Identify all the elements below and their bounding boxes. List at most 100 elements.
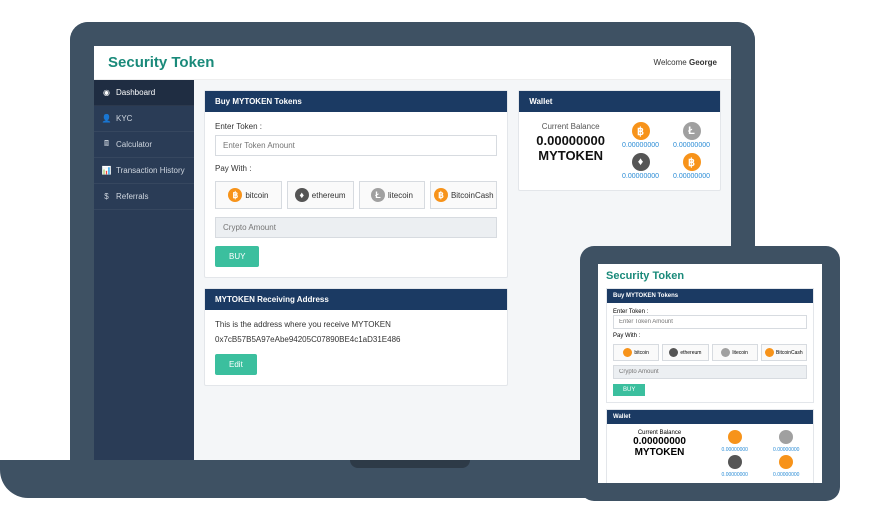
pay-with-label: Pay With : <box>215 164 497 173</box>
ethereum-icon: ♦ <box>295 188 309 202</box>
pay-method-label: ethereum <box>312 191 346 200</box>
tablet-coin-bch: 0.00000000 <box>766 455 808 478</box>
bitcoincash-icon <box>765 348 774 357</box>
pay-bitcoincash-button[interactable]: ฿ BitcoinCash <box>430 181 497 209</box>
bitcoincash-icon: ฿ <box>683 153 701 171</box>
balance-label: Current Balance <box>529 122 612 131</box>
buy-tokens-header: Buy MYTOKEN Tokens <box>205 91 507 112</box>
dollar-icon: $ <box>102 192 111 201</box>
litecoin-icon <box>721 348 730 357</box>
sidebar-item-kyc[interactable]: 👤 KYC <box>94 106 194 132</box>
receiving-address-header: MYTOKEN Receiving Address <box>205 289 507 310</box>
dashboard-icon: ◉ <box>102 88 111 97</box>
pay-bitcoin-button[interactable]: ฿ bitcoin <box>215 181 282 209</box>
tablet-pay-bitcoin[interactable]: bitcoin <box>613 344 659 361</box>
tablet-brand: Security Token <box>606 270 814 282</box>
balance-amount: 0.00000000 MYTOKEN <box>529 133 612 163</box>
tablet-coin-eth: 0.00000000 <box>714 455 756 478</box>
ethereum-icon <box>728 455 742 469</box>
pay-method-label: litecoin <box>388 191 413 200</box>
wallet-coin-ltc: Ł 0.00000000 <box>673 122 710 149</box>
payment-methods: ฿ bitcoin ♦ ethereum Ł litecoin <box>215 181 497 209</box>
sidebar-item-dashboard[interactable]: ◉ Dashboard <box>94 80 194 106</box>
receiving-address-desc: This is the address where you receive MY… <box>215 320 497 329</box>
bitcoincash-icon <box>779 455 793 469</box>
tablet-pay-ethereum[interactable]: ethereum <box>662 344 708 361</box>
wallet-card: Wallet Current Balance 0.00000000 MYTOKE… <box>518 90 721 191</box>
tablet-pay-bitcoincash[interactable]: BitcoinCash <box>761 344 807 361</box>
user-icon: 👤 <box>102 114 111 123</box>
tablet-paywith-label: Pay With : <box>613 333 807 339</box>
tablet-coins-grid: 0.00000000 0.00000000 0.00000000 0.00000… <box>714 430 807 478</box>
enter-token-input[interactable] <box>215 135 497 156</box>
bitcoin-icon <box>623 348 632 357</box>
tablet-coin-ltc: 0.00000000 <box>766 430 808 453</box>
sidebar-item-label: Dashboard <box>116 88 155 97</box>
wallet-coin-value: 0.00000000 <box>673 173 710 180</box>
pay-method-label: bitcoin <box>245 191 268 200</box>
tablet-enter-input[interactable] <box>613 315 807 329</box>
wallet-coin-value: 0.00000000 <box>622 142 659 149</box>
bitcoin-icon <box>728 430 742 444</box>
buy-tokens-body: Enter Token : Pay With : ฿ bitcoin ♦ <box>205 112 507 277</box>
pay-litecoin-button[interactable]: Ł litecoin <box>359 181 426 209</box>
litecoin-icon: Ł <box>371 188 385 202</box>
tablet-balance: Current Balance 0.00000000 MYTOKEN <box>613 430 706 478</box>
ethereum-icon <box>669 348 678 357</box>
calculator-icon: 🖩 <box>102 140 111 149</box>
sidebar-item-transaction-history[interactable]: 📊 Transaction History <box>94 158 194 184</box>
tablet-wallet-card: Wallet Current Balance 0.00000000 MYTOKE… <box>606 409 814 483</box>
sidebar-item-referrals[interactable]: $ Referrals <box>94 184 194 210</box>
sidebar-item-label: Transaction History <box>116 166 185 175</box>
tablet-wallet-header: Wallet <box>607 410 813 424</box>
edit-address-button[interactable]: Edit <box>215 354 257 375</box>
welcome-user: George <box>689 58 717 67</box>
wallet-coins-grid: ฿ 0.00000000 Ł 0.00000000 ♦ 0.00000000 <box>622 122 710 180</box>
left-column: Buy MYTOKEN Tokens Enter Token : Pay Wit… <box>204 90 508 452</box>
brand-title: Security Token <box>108 54 214 71</box>
tablet-buy-header: Buy MYTOKEN Tokens <box>607 289 813 303</box>
wallet-coin-value: 0.00000000 <box>673 142 710 149</box>
litecoin-icon: Ł <box>683 122 701 140</box>
tablet-mockup: Security Token Buy MYTOKEN Tokens Enter … <box>580 246 840 501</box>
welcome-prefix: Welcome <box>654 58 687 67</box>
enter-token-label: Enter Token : <box>215 122 497 131</box>
tablet-wallet-body: Current Balance 0.00000000 MYTOKEN 0.000… <box>607 424 813 483</box>
tablet-pay-litecoin[interactable]: litecoin <box>712 344 758 361</box>
pay-method-label: BitcoinCash <box>451 191 494 200</box>
chart-icon: 📊 <box>102 166 111 175</box>
buy-tokens-card: Buy MYTOKEN Tokens Enter Token : Pay Wit… <box>204 90 508 278</box>
wallet-coin-bch: ฿ 0.00000000 <box>673 153 710 180</box>
receiving-address-value: 0x7cB57B5A97eAbe94205C07890BE4c1aD31E486 <box>215 335 497 344</box>
wallet-coin-eth: ♦ 0.00000000 <box>622 153 659 180</box>
tablet-balance-amount: 0.00000000 MYTOKEN <box>613 436 706 458</box>
buy-button[interactable]: BUY <box>215 246 259 267</box>
wallet-coin-value: 0.00000000 <box>622 173 659 180</box>
tablet-app: Security Token Buy MYTOKEN Tokens Enter … <box>598 264 822 483</box>
bitcoincash-icon: ฿ <box>434 188 448 202</box>
tablet-crypto-amount[interactable] <box>613 365 807 379</box>
sidebar: ◉ Dashboard 👤 KYC 🖩 Calculator 📊 Transac… <box>94 80 194 462</box>
wallet-body: Current Balance 0.00000000 MYTOKEN ฿ 0.0… <box>519 112 720 190</box>
receiving-address-card: MYTOKEN Receiving Address This is the ad… <box>204 288 508 386</box>
bitcoin-icon: ฿ <box>632 122 650 140</box>
laptop-notch <box>350 460 470 468</box>
ethereum-icon: ♦ <box>632 153 650 171</box>
sidebar-item-calculator[interactable]: 🖩 Calculator <box>94 132 194 158</box>
tablet-buy-card: Buy MYTOKEN Tokens Enter Token : Pay Wit… <box>606 288 814 403</box>
wallet-header: Wallet <box>519 91 720 112</box>
bitcoin-icon: ฿ <box>228 188 242 202</box>
tablet-buy-body: Enter Token : Pay With : bitcoin ethereu… <box>607 303 813 402</box>
sidebar-item-label: Calculator <box>116 140 152 149</box>
welcome-text: Welcome George <box>654 58 717 67</box>
pay-ethereum-button[interactable]: ♦ ethereum <box>287 181 354 209</box>
sidebar-item-label: Referrals <box>116 192 148 201</box>
wallet-balance: Current Balance 0.00000000 MYTOKEN <box>529 122 612 163</box>
wallet-coin-btc: ฿ 0.00000000 <box>622 122 659 149</box>
sidebar-item-label: KYC <box>116 114 132 123</box>
tablet-coin-btc: 0.00000000 <box>714 430 756 453</box>
receiving-address-body: This is the address where you receive MY… <box>205 310 507 385</box>
litecoin-icon <box>779 430 793 444</box>
crypto-amount-input[interactable] <box>215 217 497 238</box>
tablet-buy-button[interactable]: BUY <box>613 384 645 396</box>
